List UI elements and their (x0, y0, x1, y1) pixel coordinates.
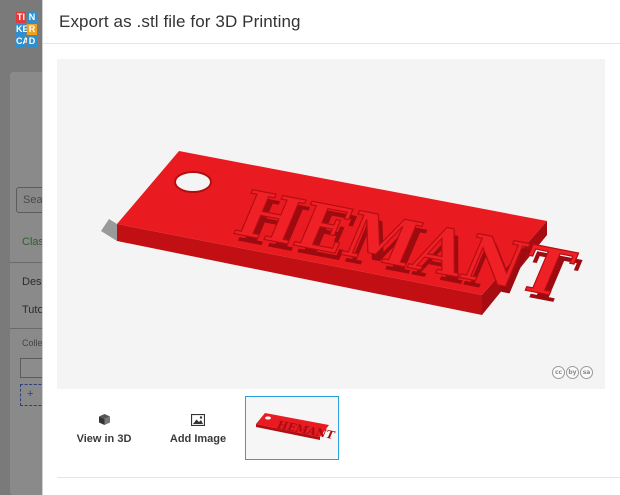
divider (10, 328, 46, 329)
add-image-label: Add Image (169, 432, 227, 445)
sa-icon: sa (580, 366, 593, 379)
logo-letter: D (27, 36, 37, 47)
keychain-model-render: HEMANT HEMANT (101, 151, 588, 319)
thumbnail-strip: View in 3D Add Image HEMANT (57, 396, 339, 460)
modal-header: Export as .stl file for 3D Printing (43, 0, 620, 44)
model-thumbnail[interactable]: HEMANT (245, 396, 339, 460)
background-item-collections: Colle (22, 338, 42, 348)
background-item-tutorials: Tuto (22, 304, 42, 316)
logo-letter: CA (16, 36, 29, 47)
cc-icon: cc (552, 366, 565, 379)
logo-letter: TI (16, 12, 26, 23)
license-icons: cc by sa (552, 366, 593, 379)
search-placeholder: Sea (23, 194, 43, 206)
logo-letter: N (27, 12, 37, 23)
divider (57, 477, 620, 478)
image-icon (191, 412, 205, 428)
add-image-button[interactable]: Add Image (151, 396, 245, 460)
view-in-3d-button[interactable]: View in 3D (57, 396, 151, 460)
background-item-designs: Des (22, 276, 42, 288)
plate-shadow (101, 219, 117, 241)
export-modal: Export as .stl file for 3D Printing HEMA… (42, 0, 620, 495)
background-item-classes: Clas (22, 236, 42, 248)
logo-letter: KE (16, 24, 29, 35)
thumbnail-image: HEMANT (246, 397, 338, 459)
by-icon: by (566, 366, 579, 379)
cube-icon (98, 412, 111, 428)
view-in-3d-label: View in 3D (76, 432, 132, 445)
add-label: + (27, 388, 34, 400)
modal-title: Export as .stl file for 3D Printing (59, 12, 301, 31)
keyhole (174, 171, 212, 193)
model-preview[interactable]: HEMANT HEMANT cc by sa (57, 59, 605, 389)
logo-letter: R (27, 24, 37, 35)
divider (10, 262, 46, 263)
